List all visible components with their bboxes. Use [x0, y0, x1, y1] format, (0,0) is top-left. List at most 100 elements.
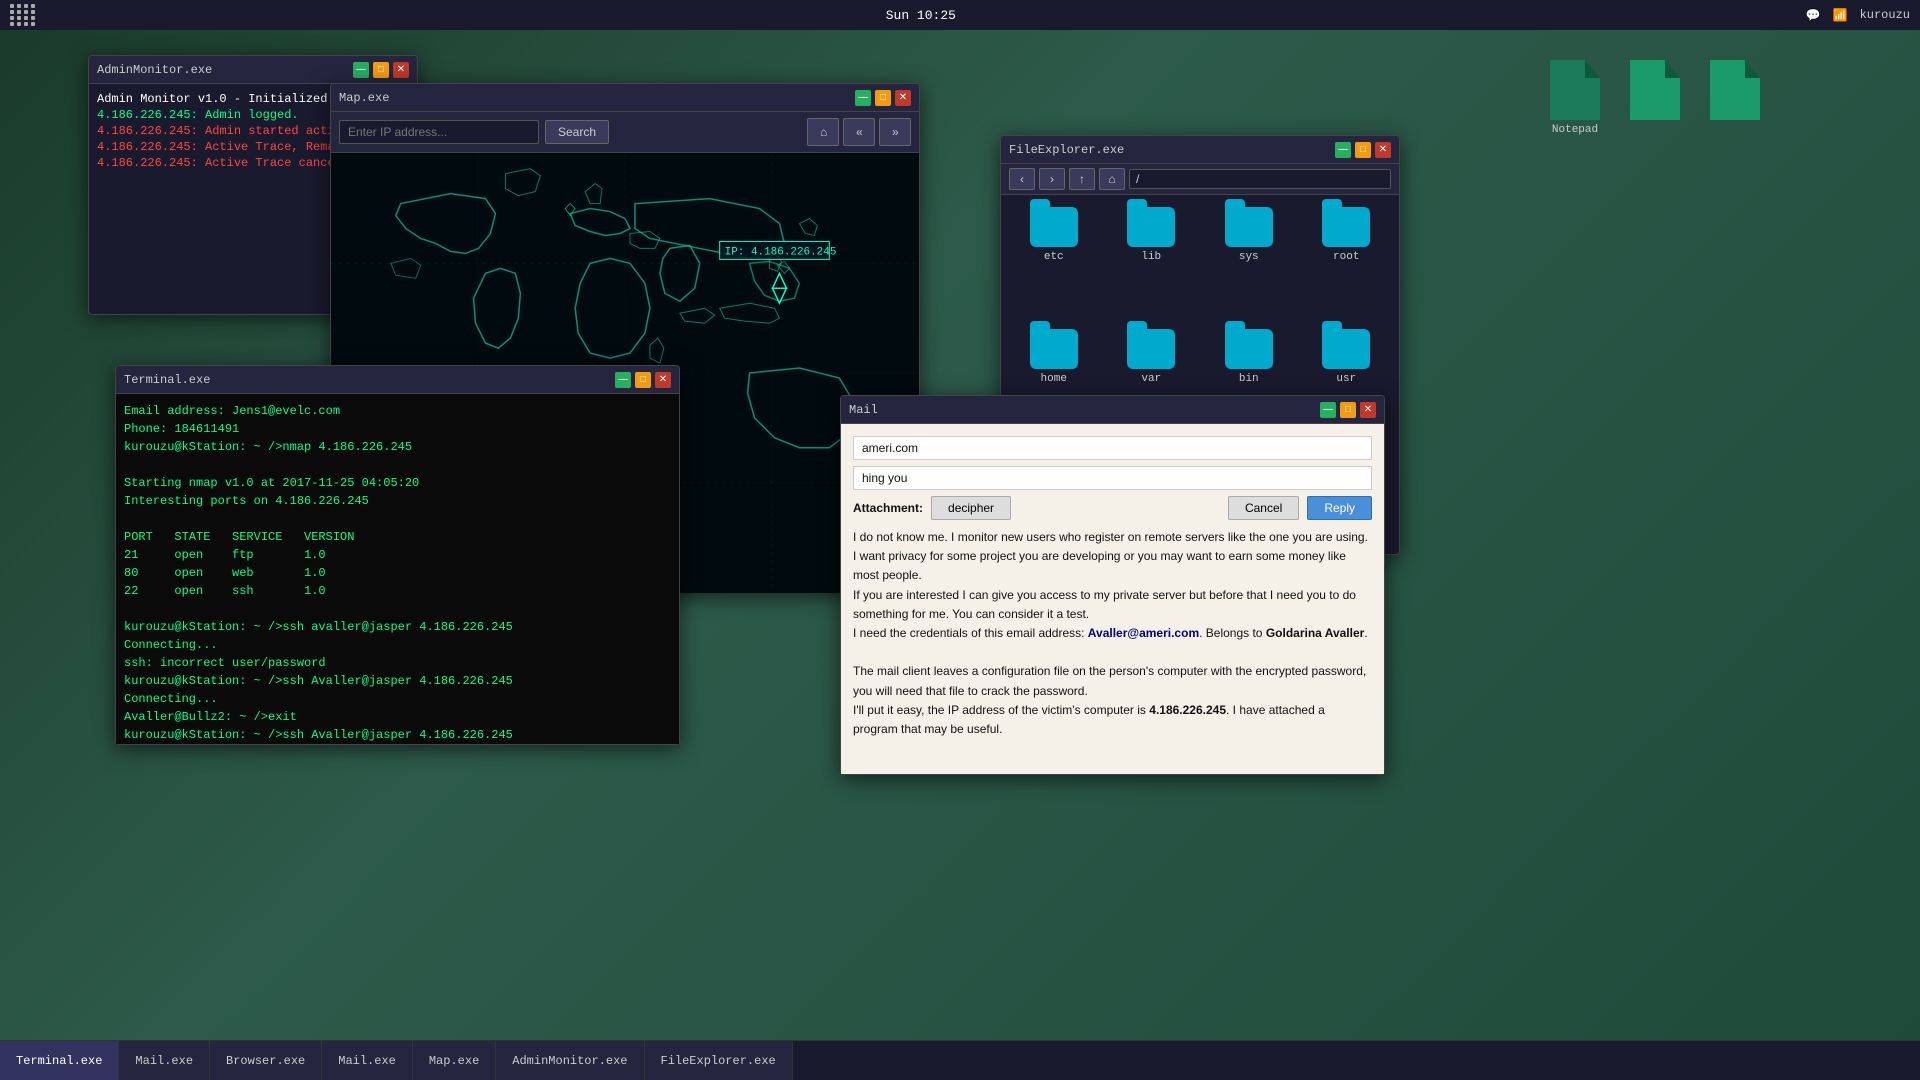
mail-reply-btn[interactable]: Reply — [1307, 496, 1372, 520]
map-toolbar: Search ⌂ « » — [331, 112, 919, 153]
fe-min-btn[interactable]: — — [1335, 142, 1351, 158]
terminal-line-4: Starting nmap v1.0 at 2017-11-25 04:05:2… — [124, 474, 671, 492]
mail-to-value: ameri.com — [862, 441, 918, 455]
terminal-line-1: Phone: 184611491 — [124, 420, 671, 438]
admin-monitor-controls[interactable]: — □ ✕ — [353, 62, 409, 78]
terminal-line-3 — [124, 456, 671, 474]
map-ip-input[interactable] — [339, 120, 539, 144]
file-explorer-toolbar: ‹ › ↑ ⌂ — [1001, 164, 1399, 195]
taskbar-mail2[interactable]: Mail.exe — [322, 1041, 413, 1080]
taskbar-mail1[interactable]: Mail.exe — [119, 1041, 210, 1080]
desktop: Sun 10:25 💬 📶 kurouzu Notepad AdminMonit… — [0, 0, 1920, 1080]
terminal-min-btn[interactable]: — — [615, 372, 631, 388]
file-explorer-title: FileExplorer.exe — [1009, 143, 1124, 157]
terminal-line-0: Email address: Jens1@evelc.com — [124, 402, 671, 420]
terminal-line-12: kurouzu@kStation: ~ />ssh avaller@jasper… — [124, 618, 671, 636]
mail-controls[interactable]: — □ ✕ — [1320, 402, 1376, 418]
fe-close-btn[interactable]: ✕ — [1375, 142, 1391, 158]
fe-folder-lib[interactable]: lib — [1111, 207, 1193, 313]
mail-actions: Attachment: decipher Cancel Reply — [853, 496, 1372, 520]
topbar: Sun 10:25 💬 📶 kurouzu — [0, 0, 1920, 30]
map-max-btn[interactable]: □ — [875, 90, 891, 106]
mail-title: Mail — [849, 403, 878, 417]
map-close-btn[interactable]: ✕ — [895, 90, 911, 106]
map-controls[interactable]: — □ ✕ — [855, 90, 911, 106]
fe-home-btn[interactable]: ⌂ — [1099, 168, 1125, 190]
taskbar-fileexplorer[interactable]: FileExplorer.exe — [645, 1041, 793, 1080]
topbar-right: 💬 📶 kurouzu — [1806, 8, 1910, 23]
fe-folder-home-label: home — [1041, 373, 1067, 385]
desktop-icon-file1[interactable] — [1630, 60, 1680, 136]
mail-highlighted-ip: 4.186.226.245 — [1149, 703, 1226, 717]
taskbar-browser[interactable]: Browser.exe — [210, 1041, 322, 1080]
fe-folder-sys[interactable]: sys — [1208, 207, 1290, 313]
terminal-line-15: kurouzu@kStation: ~ />ssh Avaller@jasper… — [124, 672, 671, 690]
terminal-title: Terminal.exe — [124, 373, 210, 387]
terminal-line-18: kurouzu@kStation: ~ />ssh Avaller@jasper… — [124, 726, 671, 744]
fe-folder-etc[interactable]: etc — [1013, 207, 1095, 313]
map-nav-buttons: ⌂ « » — [807, 118, 911, 146]
fe-folder-usr-label: usr — [1336, 373, 1356, 385]
admin-monitor-min-btn[interactable]: — — [353, 62, 369, 78]
fe-folder-bin-icon — [1225, 329, 1273, 369]
desktop-icon-notepad[interactable]: Notepad — [1550, 60, 1600, 136]
fe-folder-etc-label: etc — [1044, 251, 1064, 263]
topbar-user: kurouzu — [1860, 8, 1910, 22]
terminal-controls[interactable]: — □ ✕ — [615, 372, 671, 388]
fe-forward-btn[interactable]: › — [1039, 168, 1065, 190]
fe-folder-root-icon — [1322, 207, 1370, 247]
map-titlebar: Map.exe — □ ✕ — [331, 84, 919, 112]
map-search-button[interactable]: Search — [545, 120, 609, 144]
fe-folder-home-icon — [1030, 329, 1078, 369]
admin-monitor-close-btn[interactable]: ✕ — [393, 62, 409, 78]
admin-monitor-title: AdminMonitor.exe — [97, 63, 212, 77]
terminal-line-6 — [124, 510, 671, 528]
admin-monitor-max-btn[interactable]: □ — [373, 62, 389, 78]
mail-subject-value: hing you — [862, 471, 907, 485]
fe-folder-bin-label: bin — [1239, 373, 1259, 385]
terminal-window: Terminal.exe — □ ✕ Email address: Jens1@… — [115, 365, 680, 745]
mail-cancel-btn[interactable]: Cancel — [1228, 496, 1299, 520]
terminal-line-9: 80 open web 1.0 — [124, 564, 671, 582]
mail-content: ameri.com hing you Attachment: decipher … — [841, 424, 1384, 774]
fe-folder-root[interactable]: root — [1306, 207, 1388, 313]
fe-path-input[interactable] — [1129, 169, 1391, 189]
terminal-line-2: kurouzu@kStation: ~ />nmap 4.186.226.245 — [124, 438, 671, 456]
file-explorer-titlebar: FileExplorer.exe — □ ✕ — [1001, 136, 1399, 164]
mail-body: I do not know me. I monitor new users wh… — [853, 528, 1372, 739]
mail-max-btn[interactable]: □ — [1340, 402, 1356, 418]
taskbar-adminmonitor[interactable]: AdminMonitor.exe — [496, 1041, 644, 1080]
fe-folder-lib-label: lib — [1141, 251, 1161, 263]
terminal-line-17: Avaller@Bullz2: ~ />exit — [124, 708, 671, 726]
map-home-btn[interactable]: ⌂ — [807, 118, 839, 146]
taskbar-terminal[interactable]: Terminal.exe — [0, 1041, 119, 1080]
terminal-line-7: PORT STATE SERVICE VERSION — [124, 528, 671, 546]
fe-folder-sys-icon — [1225, 207, 1273, 247]
terminal-line-5: Interesting ports on 4.186.226.245 — [124, 492, 671, 510]
topbar-notification-icon: 💬 — [1806, 8, 1821, 23]
apps-grid-icon[interactable] — [10, 4, 36, 26]
mail-min-btn[interactable]: — — [1320, 402, 1336, 418]
fe-back-btn[interactable]: ‹ — [1009, 168, 1035, 190]
fe-folder-sys-label: sys — [1239, 251, 1259, 263]
mail-close-btn[interactable]: ✕ — [1360, 402, 1376, 418]
desktop-icon-file2[interactable] — [1710, 60, 1760, 136]
map-forward-btn[interactable]: » — [879, 118, 911, 146]
desktop-icons-area: Notepad — [1550, 60, 1760, 136]
taskbar-map[interactable]: Map.exe — [413, 1041, 496, 1080]
taskbar: Terminal.exe Mail.exe Browser.exe Mail.e… — [0, 1040, 1920, 1080]
fe-max-btn[interactable]: □ — [1355, 142, 1371, 158]
terminal-titlebar: Terminal.exe — □ ✕ — [116, 366, 679, 394]
desktop-icon-notepad-label: Notepad — [1552, 124, 1598, 136]
fe-up-btn[interactable]: ↑ — [1069, 168, 1095, 190]
map-back-btn[interactable]: « — [843, 118, 875, 146]
topbar-left — [10, 4, 36, 26]
mail-attachment-btn[interactable]: decipher — [931, 496, 1011, 520]
terminal-content[interactable]: Email address: Jens1@evelc.com Phone: 18… — [116, 394, 679, 744]
file-explorer-controls[interactable]: — □ ✕ — [1335, 142, 1391, 158]
terminal-max-btn[interactable]: □ — [635, 372, 651, 388]
mail-highlighted-name: Goldarina Avaller — [1266, 626, 1364, 640]
map-min-btn[interactable]: — — [855, 90, 871, 106]
fe-folder-var-label: var — [1141, 373, 1161, 385]
terminal-close-btn[interactable]: ✕ — [655, 372, 671, 388]
